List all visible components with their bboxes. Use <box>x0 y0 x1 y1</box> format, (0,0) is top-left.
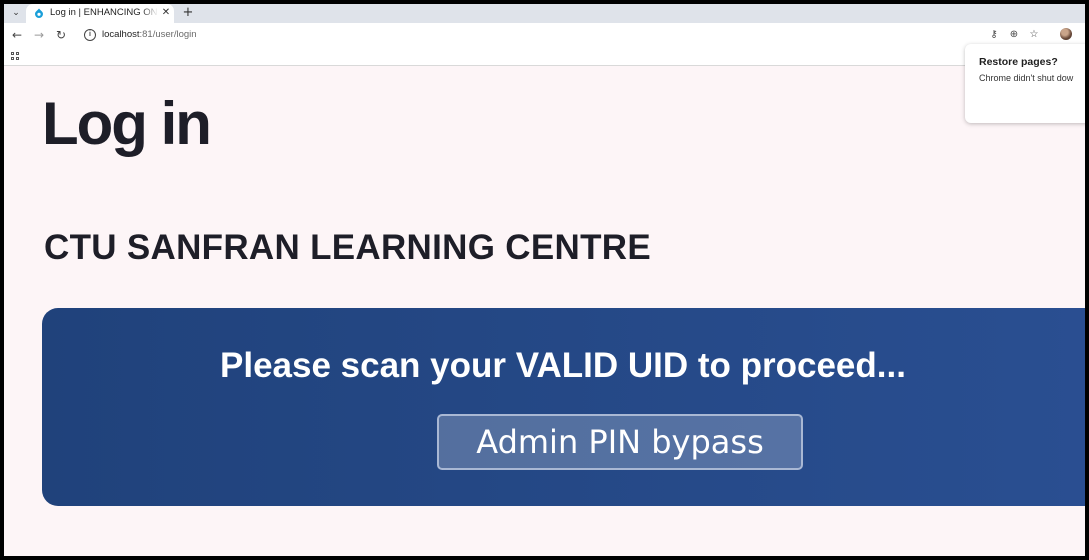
restore-popup-title: Restore pages? <box>979 56 1058 68</box>
url-host: localhost <box>102 29 140 40</box>
reload-button[interactable]: ↻ <box>52 26 70 44</box>
active-tab[interactable]: Log in | ENHANCING ON ✕ <box>26 4 174 23</box>
drupal-favicon-icon <box>35 8 43 18</box>
zoom-icon[interactable]: ⊕ <box>1006 27 1022 43</box>
tab-close-icon[interactable]: ✕ <box>160 6 172 20</box>
admin-pin-bypass-button[interactable]: Admin PIN bypass <box>437 414 803 470</box>
address-bar[interactable]: i localhost:81/user/login <box>78 25 1008 45</box>
organization-name: CTU SANFRAN LEARNING CENTRE <box>44 228 651 267</box>
url-text: localhost:81/user/login <box>102 29 197 40</box>
browser-window: ⌄ Log in | ENHANCING ON ✕ + ← → ↻ i loca… <box>4 4 1085 556</box>
back-button[interactable]: ← <box>8 26 26 44</box>
scan-instruction: Please scan your VALID UID to proceed... <box>220 346 906 385</box>
restore-pages-popup[interactable]: Restore pages? Chrome didn't shut dow <box>965 44 1085 123</box>
bookmarks-bar <box>4 47 1085 66</box>
browser-toolbar: ← → ↻ i localhost:81/user/login ⚷ ⊕ ☆ <box>4 23 1085 47</box>
restore-popup-body: Chrome didn't shut dow <box>979 73 1074 83</box>
apps-grid-icon[interactable] <box>11 52 19 60</box>
tab-strip: ⌄ Log in | ENHANCING ON ✕ + <box>4 4 1085 23</box>
password-key-icon[interactable]: ⚷ <box>986 27 1002 43</box>
site-info-icon[interactable]: i <box>84 29 96 41</box>
new-tab-button[interactable]: + <box>180 5 196 21</box>
tab-search-button[interactable]: ⌄ <box>8 5 24 21</box>
tab-title: Log in | ENHANCING ON <box>50 7 158 18</box>
page-title: Log in <box>42 90 212 157</box>
forward-button[interactable]: → <box>30 26 48 44</box>
url-path: :81/user/login <box>139 29 197 40</box>
profile-avatar[interactable] <box>1060 28 1072 40</box>
login-page: Log in CTU SANFRAN LEARNING CENTRE Pleas… <box>4 66 1085 556</box>
scan-card: Please scan your VALID UID to proceed...… <box>42 308 1085 506</box>
bookmark-star-icon[interactable]: ☆ <box>1026 27 1042 43</box>
